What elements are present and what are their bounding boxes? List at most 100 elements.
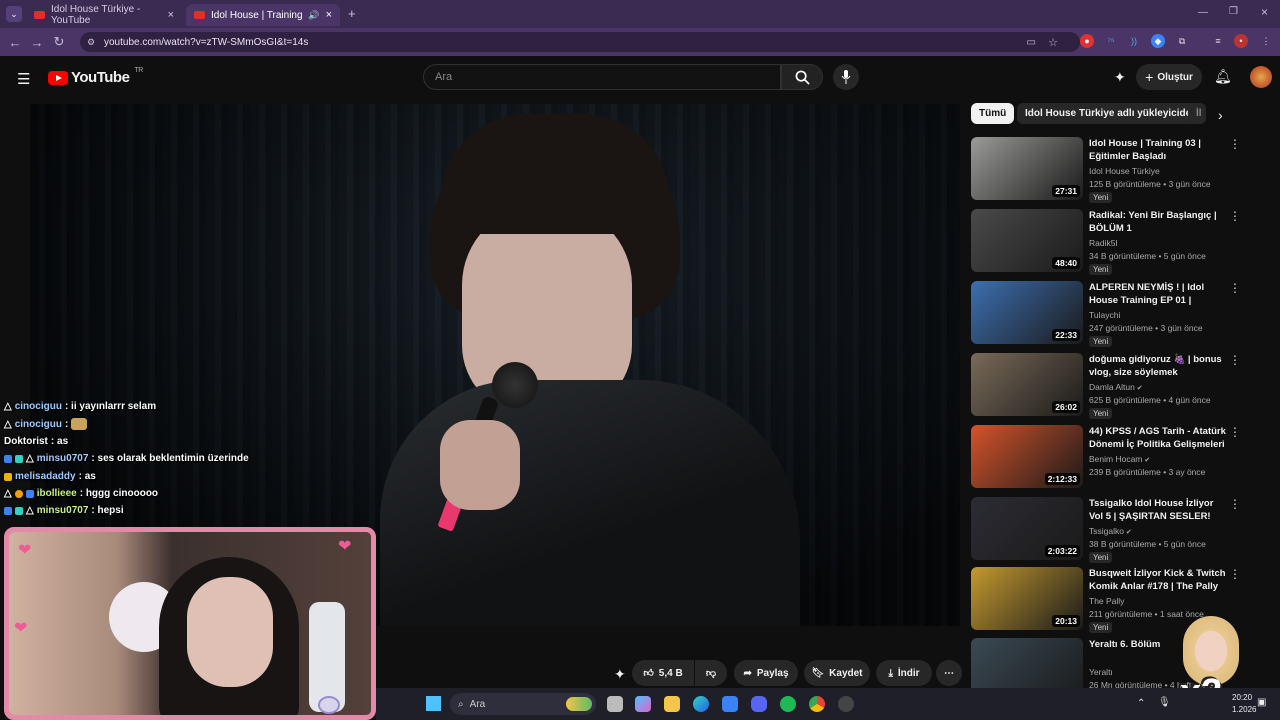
video-title[interactable]: Tssigalko Idol House İzliyor Vol 5 | ŞAŞ… [1089,497,1227,523]
more-actions-button[interactable]: ⋯ [936,660,962,686]
site-info-icon[interactable]: ⚙ [87,37,95,48]
extension-icon[interactable]: ● [1080,34,1094,48]
reading-list-icon[interactable]: ≡ [1211,34,1225,48]
new-tab-icon[interactable]: + [348,6,356,21]
video-title[interactable]: Busqweit İzliyor Kick & Twitch Komik Anl… [1089,567,1227,593]
more-options-icon[interactable]: ⋮ [1229,138,1241,150]
browser-menu-icon[interactable]: ⋮ [1259,34,1273,48]
extension-icon[interactable]: ◆ [1151,34,1165,48]
save-button[interactable]: 🔖︎ Kaydet [804,660,870,686]
video-meta: 211 görüntüleme • 1 saat önce [1089,609,1204,619]
notifications-bell-icon[interactable]: 🔔︎ [1214,68,1232,85]
taskbar-search[interactable]: ⌕ Ara [450,693,596,715]
video-thumbnail[interactable]: 48:40 [971,209,1083,272]
search-button[interactable] [781,64,823,90]
store-icon[interactable] [722,696,738,712]
channel-name[interactable]: Idol House Türkiye [1089,166,1160,176]
download-button[interactable]: ⤓ İndir [876,660,932,686]
video-thumbnail[interactable]: 22:33 [971,281,1083,344]
video-title[interactable]: 44) KPSS / AGS Tarih - Atatürk Dönemi İç… [1089,425,1227,452]
chat-message: Doktorist : as [4,436,68,447]
search-input[interactable]: Ara [423,64,781,90]
back-icon[interactable]: ← [4,35,26,50]
chip-all[interactable]: Tümü [971,103,1015,124]
discord-icon[interactable] [751,696,767,712]
close-icon[interactable]: × [326,9,332,21]
file-explorer-icon[interactable] [664,696,680,712]
extensions-puzzle-icon[interactable]: ⧉ [1175,34,1189,48]
extension-icon[interactable]: ⁷⁵ [1104,34,1118,48]
create-button[interactable]: + Oluştur [1136,64,1202,90]
more-options-icon[interactable]: ⋮ [1229,568,1241,580]
video-thumbnail[interactable]: 2:12:33 [971,425,1083,488]
chip-uploader[interactable]: Idol House Türkiye adlı yükleyiciden [1017,103,1206,124]
extension-cat-icon[interactable]: ✦ [1114,69,1126,86]
tray-chevron-icon[interactable]: ⌃ [1137,698,1145,709]
profile-avatar[interactable]: • [1234,34,1248,48]
voice-search-button[interactable] [833,64,859,90]
chevron-right-icon[interactable]: › [1218,107,1223,123]
video-thumbnail[interactable]: 26:02 [971,353,1083,416]
spotify-icon[interactable] [780,696,796,712]
chrome-icon[interactable] [809,696,825,712]
address-bar[interactable]: ⚙ youtube.com/watch?v=zTW-SMmOsGI&t=14s … [80,32,1080,52]
channel-name[interactable]: Radik5l [1089,238,1117,248]
minimize-icon[interactable]: — [1198,7,1208,18]
browser-tab[interactable]: Idol House Türkiye - YouTube × [26,4,182,26]
more-options-icon[interactable]: ⋮ [1229,498,1241,510]
channel-name[interactable]: Yeraltı [1089,667,1113,677]
close-window-icon[interactable]: × [1261,5,1268,19]
copilot-icon[interactable] [635,696,651,712]
recommendation-card[interactable]: 22:33 ALPEREN NEYMİŞ ! | Idol House Train… [971,281,1241,347]
clock-time[interactable]: 20:20 [1232,693,1252,702]
recommendation-card[interactable]: 48:40 Radikal: Yeni Bir Başlangıç | BÖLÜM… [971,209,1241,275]
more-options-icon[interactable]: ⋮ [1229,426,1241,438]
app-icon[interactable] [838,696,854,712]
recommendation-card[interactable]: 27:31 Idol House | Training 03 | Eğitimle… [971,137,1241,203]
restore-icon[interactable]: ❐ [1229,6,1238,17]
extension-icon[interactable]: )) [1127,34,1141,48]
recommendation-card[interactable]: 2:03:22 Tssigalko Idol House İzliyor Vol … [971,497,1241,563]
tray-mic-icon[interactable]: 🎙︎ [1158,697,1171,708]
more-options-icon[interactable]: ⋮ [1229,282,1241,294]
recommendation-card[interactable]: 26:02 doğuma gidiyoruz 🍇 | bonus vlog, si… [971,353,1241,419]
speaker-icon[interactable]: 🔊 [308,10,319,21]
bookmark-star-icon[interactable]: ☆ [1048,36,1058,49]
forward-icon[interactable]: → [26,35,48,50]
video-thumbnail[interactable]: 20:13 [971,567,1083,630]
share-icon: ➦ [743,667,752,679]
avatar[interactable] [1250,66,1272,88]
dislike-button[interactable]: 👎︎ [695,660,727,686]
notification-center-icon[interactable]: ▣ [1257,697,1266,708]
windows-start-icon[interactable] [426,696,441,711]
video-thumbnail[interactable]: 27:31 [971,137,1083,200]
video-title[interactable]: Idol House | Training 03 | Eğitimler Baş… [1089,137,1227,163]
channel-name[interactable]: Tulaychi [1089,310,1120,320]
edge-icon[interactable] [693,696,709,712]
more-options-icon[interactable]: ⋮ [1229,210,1241,222]
extension-cat-icon[interactable]: ✦ [614,666,626,683]
close-icon[interactable]: × [168,9,174,21]
like-button[interactable]: 👍︎ 5,4 B [632,660,694,686]
task-view-icon[interactable] [607,696,623,712]
tab-list-button[interactable]: ⌄ [6,6,22,22]
video-title[interactable]: ALPEREN NEYMİŞ ! | Idol House Training E… [1089,281,1227,308]
channel-name[interactable]: Benim Hocam ✔ [1089,454,1150,464]
video-title[interactable]: doğuma gidiyoruz 🍇 | bonus vlog, size sö… [1089,353,1227,380]
clock-date[interactable]: 1.2026 [1232,705,1256,714]
youtube-logo[interactable]: YouTube TR [48,67,143,86]
recommendation-card[interactable]: 2:12:33 44) KPSS / AGS Tarih - Atatürk Dö… [971,425,1241,491]
hamburger-menu-icon[interactable]: ☰ [17,70,30,88]
browser-tab-active[interactable]: Idol House | Training 02 | Ve 🔊 × [186,4,340,26]
cast-icon[interactable]: ▭ [1027,37,1036,48]
chip-related[interactable]: İl [1188,103,1206,124]
video-thumbnail[interactable]: 2:03:22 [971,497,1083,560]
reload-icon[interactable]: ↻ [48,34,70,50]
more-options-icon[interactable]: ⋮ [1229,354,1241,366]
channel-name[interactable]: The Pally [1089,596,1124,606]
channel-name-text: Tssigalko [1089,526,1124,536]
share-button[interactable]: ➦ Paylaş [734,660,798,686]
video-title[interactable]: Radikal: Yeni Bir Başlangıç | BÖLÜM 1 [1089,209,1227,235]
channel-name[interactable]: Damla Altun ✔ [1089,382,1143,392]
channel-name[interactable]: Tssigalko ✔ [1089,526,1132,536]
